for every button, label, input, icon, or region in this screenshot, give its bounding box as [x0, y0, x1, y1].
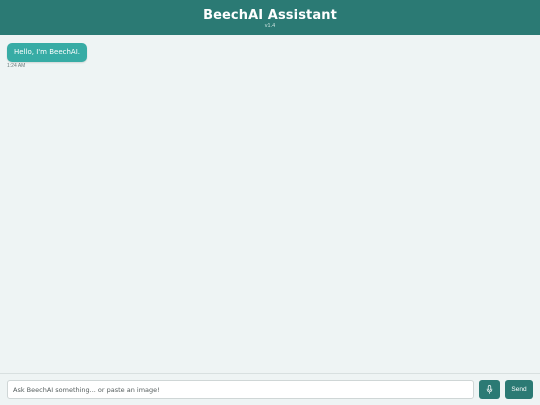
app-title: BeechAI Assistant	[203, 7, 337, 23]
send-button[interactable]: Send	[505, 380, 533, 399]
message-bubble: Hello, I'm BeechAI.	[7, 43, 88, 62]
microphone-button[interactable]	[479, 380, 500, 399]
microphone-icon	[486, 385, 493, 394]
message-list[interactable]: Hello, I'm BeechAI. 1:24 AM	[0, 35, 540, 373]
message-timestamp: 1:24 AM	[7, 63, 26, 69]
app-version: v1.4	[264, 22, 276, 29]
composer-bar: Send	[0, 373, 540, 405]
message-input[interactable]	[7, 380, 474, 399]
app-header: BeechAI Assistant v1.4	[0, 0, 540, 35]
chat-app: BeechAI Assistant v1.4 Hello, I'm BeechA…	[0, 0, 540, 405]
assistant-message: Hello, I'm BeechAI. 1:24 AM	[7, 43, 88, 69]
